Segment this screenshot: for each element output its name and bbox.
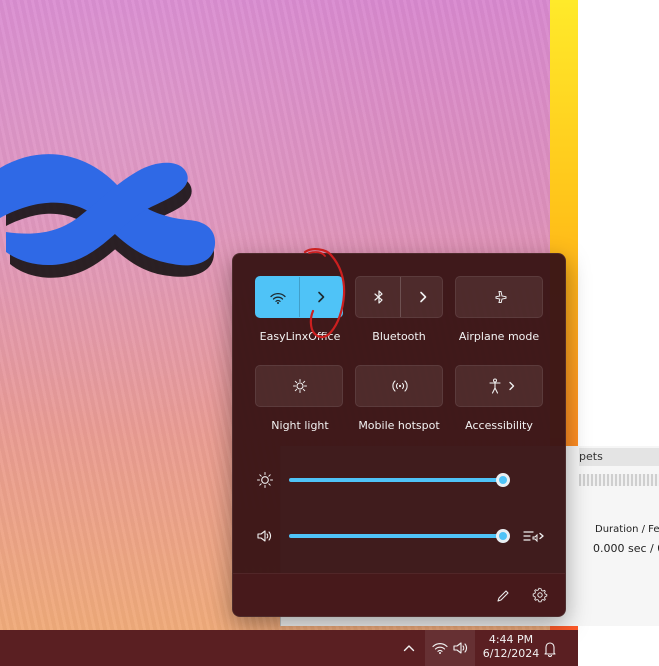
date: 6/12/2024	[482, 647, 540, 660]
accessibility-label: Accessibility	[465, 419, 533, 432]
duration-column-header: Duration / Fetc	[595, 524, 659, 535]
mobile-hotspot-icon	[391, 377, 409, 395]
bluetooth-tile[interactable]	[355, 276, 443, 318]
scrollbar-track[interactable]	[579, 474, 659, 486]
taskbar-clock[interactable]: 4:44 PM 6/12/2024	[480, 633, 542, 661]
night-light-tile[interactable]	[255, 365, 343, 407]
bluetooth-icon	[370, 288, 388, 306]
wifi-tile-divider	[299, 277, 300, 317]
notification-icon[interactable]	[542, 640, 558, 658]
airplane-mode-tile[interactable]	[455, 276, 543, 318]
wifi-icon	[431, 640, 449, 656]
night-light-icon	[291, 377, 309, 395]
quick-settings-panel: EasyLinxOffice Bluetooth Airplane mode N…	[232, 253, 566, 617]
brightness-icon	[255, 470, 275, 490]
volume-slider-track[interactable]	[289, 534, 503, 538]
accessibility-tile[interactable]	[455, 365, 543, 407]
accessibility-chevron-right-icon[interactable]	[505, 377, 519, 395]
airplane-icon	[490, 288, 510, 306]
audio-output-icon[interactable]	[521, 526, 547, 546]
wifi-icon	[268, 289, 288, 307]
accessibility-icon	[486, 377, 504, 395]
edit-icon[interactable]	[495, 588, 511, 604]
duration-value: 0.000 sec / 0.	[593, 542, 659, 555]
volume-icon[interactable]	[255, 527, 275, 545]
mobile-hotspot-tile[interactable]	[355, 365, 443, 407]
wifi-tile[interactable]	[255, 276, 343, 318]
bluetooth-tile-divider	[400, 277, 401, 317]
taskbar: 4:44 PM 6/12/2024	[0, 630, 578, 666]
time: 4:44 PM	[488, 633, 534, 646]
network-volume-tray-button[interactable]	[425, 630, 475, 666]
quick-settings-footer	[233, 573, 565, 616]
snippets-tab[interactable]: pets	[579, 448, 659, 466]
bluetooth-chevron-right-icon[interactable]	[414, 288, 432, 306]
brightness-slider-thumb[interactable]	[496, 473, 510, 487]
easylinx-logo	[0, 146, 220, 301]
brightness-slider-track[interactable]	[289, 478, 503, 482]
volume-slider-thumb[interactable]	[496, 529, 510, 543]
volume-icon	[452, 640, 470, 656]
wifi-chevron-right-icon[interactable]	[312, 288, 330, 306]
settings-icon[interactable]	[532, 587, 548, 603]
chevron-up-icon[interactable]	[402, 641, 416, 655]
airplane-mode-label: Airplane mode	[458, 330, 540, 343]
